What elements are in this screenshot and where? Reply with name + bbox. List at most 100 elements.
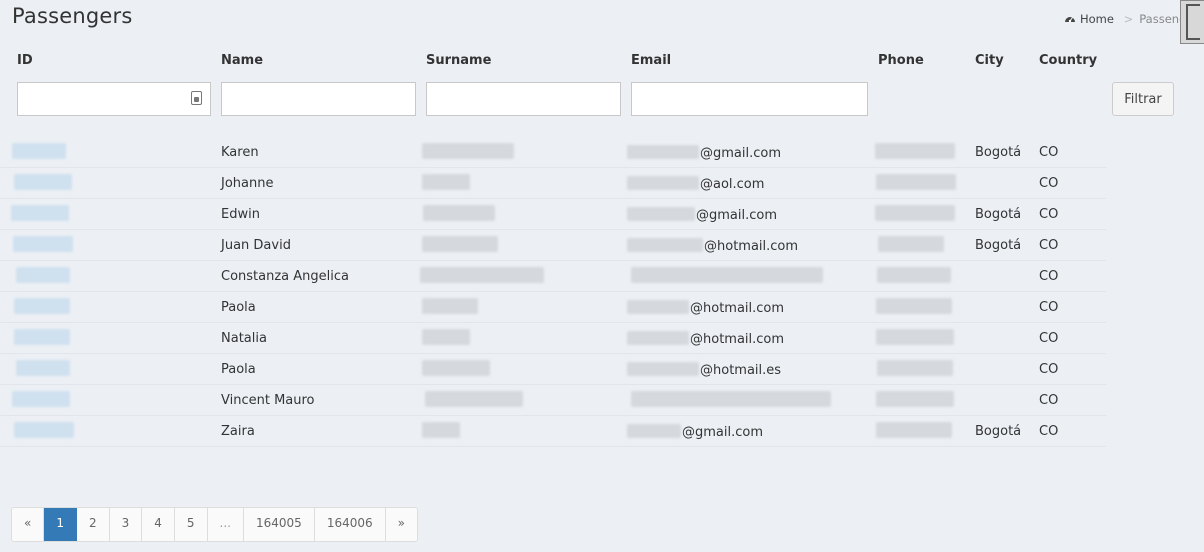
- redacted-surname: [425, 391, 523, 407]
- cell-name: Karen: [221, 145, 259, 160]
- cell-email: @aol.com: [627, 176, 764, 192]
- filter-email-input[interactable]: [631, 82, 868, 116]
- column-header-country[interactable]: Country: [1039, 53, 1097, 68]
- pagination: «1 2 3 4 5... 164005 164006»: [11, 507, 418, 542]
- pagination-page-3[interactable]: 3: [109, 508, 143, 541]
- redacted-surname: [422, 236, 498, 252]
- breadcrumb-home-label: Home: [1080, 12, 1114, 26]
- pagination-page-164006[interactable]: 164006: [314, 508, 386, 541]
- redacted-id: [14, 329, 70, 345]
- cell-name: Edwin: [221, 207, 260, 222]
- table-row[interactable]: Juan David @hotmail.com Bogotá CO: [0, 230, 1106, 261]
- cell-name: Paola: [221, 300, 256, 315]
- table-row[interactable]: Constanza Angelica CO: [0, 261, 1106, 292]
- cell-country: CO: [1039, 207, 1059, 222]
- redacted-phone: [876, 298, 952, 314]
- dashboard-icon: [1065, 17, 1075, 23]
- cell-email: @gmail.com: [627, 424, 763, 440]
- column-header-name[interactable]: Name: [221, 53, 263, 68]
- cell-city: Bogotá: [975, 207, 1022, 222]
- filter-button[interactable]: Filtrar: [1112, 82, 1174, 116]
- email-domain: @gmail.com: [700, 146, 782, 161]
- column-header-surname[interactable]: Surname: [426, 53, 491, 68]
- pagination-ellipsis: ...: [207, 508, 244, 541]
- pagination-page-1[interactable]: 1: [44, 508, 77, 541]
- column-header-city[interactable]: City: [975, 53, 1004, 68]
- pagination-page-4[interactable]: 4: [142, 508, 175, 541]
- redacted-email-user: [627, 176, 699, 190]
- redacted-phone: [876, 329, 954, 345]
- column-header-id[interactable]: ID: [17, 53, 33, 68]
- cell-email: @hotmail.com: [627, 300, 784, 316]
- redacted-email: [631, 391, 831, 407]
- redacted-phone: [876, 422, 952, 438]
- redacted-surname: [422, 422, 460, 438]
- table-row[interactable]: Paola @hotmail.es CO: [0, 354, 1106, 385]
- table-row[interactable]: Vincent Mauro CO: [0, 385, 1106, 416]
- pagination-next-button[interactable]: »: [385, 508, 417, 541]
- cell-city: Bogotá: [975, 238, 1022, 253]
- redacted-phone: [878, 236, 944, 252]
- cell-country: CO: [1039, 269, 1059, 284]
- cell-name: Paola: [221, 362, 256, 377]
- column-header-phone[interactable]: Phone: [878, 53, 924, 68]
- cell-email: @hotmail.es: [627, 362, 781, 378]
- pagination-prev-button[interactable]: «: [12, 508, 45, 541]
- redacted-surname: [420, 267, 544, 283]
- table-row[interactable]: Johanne @aol.com CO: [0, 168, 1106, 199]
- cell-country: CO: [1039, 424, 1059, 439]
- table-row[interactable]: Karen @gmail.com Bogotá CO: [0, 137, 1106, 168]
- cell-city: Bogotá: [975, 145, 1022, 160]
- page-title: Passengers: [12, 4, 133, 28]
- redacted-id: [12, 143, 66, 159]
- redacted-id: [11, 205, 69, 221]
- table-row[interactable]: Paola @hotmail.com CO: [0, 292, 1106, 323]
- cell-name: Juan David: [221, 238, 291, 253]
- cell-name: Constanza Angelica: [221, 269, 349, 284]
- redacted-phone: [877, 267, 951, 283]
- email-domain: @hotmail.com: [690, 301, 785, 316]
- side-panel-toggle[interactable]: [1180, 0, 1204, 44]
- contact-card-icon: [191, 91, 202, 105]
- cell-country: CO: [1039, 331, 1059, 346]
- redacted-surname: [422, 174, 470, 190]
- table-row[interactable]: Natalia @hotmail.com CO: [0, 323, 1106, 354]
- pagination-page-164005[interactable]: 164005: [244, 508, 315, 541]
- pagination-page-5[interactable]: 5: [174, 508, 208, 541]
- breadcrumb-separator: >: [1123, 12, 1134, 26]
- redacted-email-user: [627, 238, 703, 252]
- cell-name: Zaira: [221, 424, 255, 439]
- cell-country: CO: [1039, 393, 1059, 408]
- redacted-id: [14, 298, 70, 314]
- column-header-email[interactable]: Email: [631, 53, 671, 68]
- redacted-id: [14, 422, 74, 438]
- filter-id-input[interactable]: [17, 82, 211, 116]
- redacted-email-user: [627, 362, 699, 376]
- filter-surname-input[interactable]: [426, 82, 621, 116]
- redacted-email-user: [627, 145, 699, 159]
- cell-email: @hotmail.com: [627, 238, 798, 254]
- redacted-surname: [422, 329, 470, 345]
- pagination-page-2[interactable]: 2: [76, 508, 110, 541]
- redacted-phone: [876, 174, 956, 190]
- breadcrumb-home-link[interactable]: Home: [1064, 12, 1118, 26]
- redacted-phone: [875, 205, 955, 221]
- redacted-email-user: [627, 300, 689, 314]
- redacted-id: [16, 267, 70, 283]
- email-domain: @hotmail.com: [704, 239, 799, 254]
- redacted-id: [16, 360, 70, 376]
- email-domain: @hotmail.es: [700, 363, 782, 378]
- breadcrumb-current: Passengers: [1139, 12, 1184, 26]
- filter-name-input[interactable]: [221, 82, 416, 116]
- table-row[interactable]: Edwin @gmail.com Bogotá CO: [0, 199, 1106, 230]
- redacted-phone: [877, 360, 953, 376]
- redacted-surname: [422, 298, 478, 314]
- breadcrumb: Home > Passengers: [1064, 12, 1184, 26]
- cell-email: @gmail.com: [627, 145, 781, 161]
- redacted-email: [631, 267, 823, 283]
- redacted-surname: [423, 205, 495, 221]
- email-domain: @hotmail.com: [690, 332, 785, 347]
- table-row[interactable]: Zaira @gmail.com Bogotá CO: [0, 416, 1106, 447]
- redacted-id: [12, 391, 70, 407]
- redacted-surname: [422, 360, 490, 376]
